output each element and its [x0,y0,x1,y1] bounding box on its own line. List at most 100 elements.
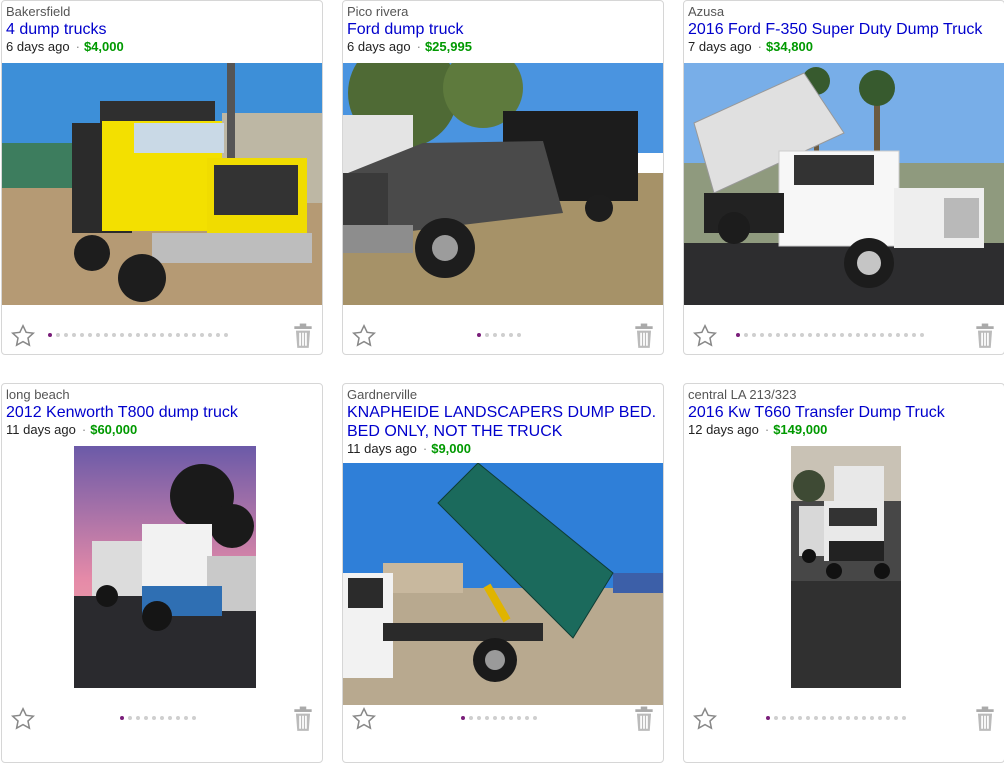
pager-dot[interactable] [224,333,228,337]
pager-dot[interactable] [816,333,820,337]
pager-dot[interactable] [485,716,489,720]
star-outline-icon[interactable] [351,323,377,354]
listing-card[interactable]: Bakersfield 4 dump trucks 6 days ago · $4,… [1,0,323,355]
pager-dot[interactable] [208,333,212,337]
listing-title-link[interactable]: 2016 Ford F-350 Super Duty Dump Truck [688,20,1000,39]
pager-dot[interactable] [485,333,489,337]
pager-dot[interactable] [830,716,834,720]
pager-dot[interactable] [136,333,140,337]
pager-dot[interactable] [469,716,473,720]
pager-dot[interactable] [104,333,108,337]
pager-dot[interactable] [878,716,882,720]
pager-dot[interactable] [80,333,84,337]
pager-dot[interactable] [200,333,204,337]
pager-dot[interactable] [56,333,60,337]
pager-dot[interactable] [64,333,68,337]
pager-dot[interactable] [112,333,116,337]
trash-icon[interactable] [292,706,314,737]
pager-dot[interactable] [848,333,852,337]
pager-dot[interactable] [790,716,794,720]
pager-dot[interactable] [184,333,188,337]
pager-dot[interactable] [760,333,764,337]
image-pager-dots[interactable] [120,716,196,720]
pager-dot[interactable] [912,333,916,337]
pager-dot[interactable] [152,333,156,337]
image-pager-dots[interactable] [48,333,228,337]
pager-dot[interactable] [854,716,858,720]
listing-card[interactable]: Azusa 2016 Ford F-350 Super Duty Dump Tr… [683,0,1004,355]
star-outline-icon[interactable] [10,323,36,354]
star-outline-icon[interactable] [10,706,36,737]
pager-dot[interactable] [120,716,124,720]
pager-dot[interactable] [160,333,164,337]
pager-dot[interactable] [96,333,100,337]
pager-dot[interactable] [888,333,892,337]
pager-dot[interactable] [517,333,521,337]
pager-dot[interactable] [920,333,924,337]
pager-dot[interactable] [120,333,124,337]
trash-icon[interactable] [974,706,996,737]
pager-dot[interactable] [176,716,180,720]
pager-dot[interactable] [509,333,513,337]
pager-dot[interactable] [144,333,148,337]
listing-title-link[interactable]: KNAPHEIDE LANDSCAPERS DUMP BED. BED ONLY… [347,403,659,441]
listing-title-link[interactable]: 2016 Kw T660 Transfer Dump Truck [688,403,1000,422]
pager-dot[interactable] [493,716,497,720]
pager-dot[interactable] [144,716,148,720]
star-outline-icon[interactable] [351,706,377,737]
listing-title-link[interactable]: 2012 Kenworth T800 dump truck [6,403,318,422]
pager-dot[interactable] [902,716,906,720]
pager-dot[interactable] [88,333,92,337]
pager-dot[interactable] [184,716,188,720]
pager-dot[interactable] [776,333,780,337]
pager-dot[interactable] [862,716,866,720]
pager-dot[interactable] [501,716,505,720]
trash-icon[interactable] [974,323,996,354]
pager-dot[interactable] [160,716,164,720]
pager-dot[interactable] [824,333,828,337]
pager-dot[interactable] [904,333,908,337]
pager-dot[interactable] [477,333,481,337]
pager-dot[interactable] [798,716,802,720]
pager-dot[interactable] [128,333,132,337]
pager-dot[interactable] [493,333,497,337]
pager-dot[interactable] [838,716,842,720]
listing-card[interactable]: central LA 213/323 2016 Kw T660 Transfer… [683,383,1004,763]
pager-dot[interactable] [806,716,810,720]
pager-dot[interactable] [752,333,756,337]
pager-dot[interactable] [192,716,196,720]
pager-dot[interactable] [782,716,786,720]
pager-dot[interactable] [501,333,505,337]
pager-dot[interactable] [768,333,772,337]
pager-dot[interactable] [872,333,876,337]
pager-dot[interactable] [744,333,748,337]
listing-title-link[interactable]: Ford dump truck [347,20,659,39]
pager-dot[interactable] [136,716,140,720]
pager-dot[interactable] [822,716,826,720]
trash-icon[interactable] [633,323,655,354]
image-pager-dots[interactable] [736,333,924,337]
pager-dot[interactable] [808,333,812,337]
listing-photo[interactable] [343,463,663,705]
listing-photo[interactable] [2,63,322,305]
listing-card[interactable]: Pico rivera Ford dump truck 6 days ago · $… [342,0,664,355]
pager-dot[interactable] [800,333,804,337]
pager-dot[interactable] [525,716,529,720]
listing-photo[interactable] [343,63,663,305]
trash-icon[interactable] [633,706,655,737]
star-outline-icon[interactable] [692,323,718,354]
pager-dot[interactable] [814,716,818,720]
listing-photo[interactable] [684,63,1004,305]
pager-dot[interactable] [832,333,836,337]
star-outline-icon[interactable] [692,706,718,737]
listing-card[interactable]: Gardnerville KNAPHEIDE LANDSCAPERS DUMP … [342,383,664,763]
pager-dot[interactable] [533,716,537,720]
pager-dot[interactable] [176,333,180,337]
pager-dot[interactable] [864,333,868,337]
pager-dot[interactable] [896,333,900,337]
pager-dot[interactable] [784,333,788,337]
pager-dot[interactable] [792,333,796,337]
pager-dot[interactable] [517,716,521,720]
pager-dot[interactable] [509,716,513,720]
pager-dot[interactable] [216,333,220,337]
